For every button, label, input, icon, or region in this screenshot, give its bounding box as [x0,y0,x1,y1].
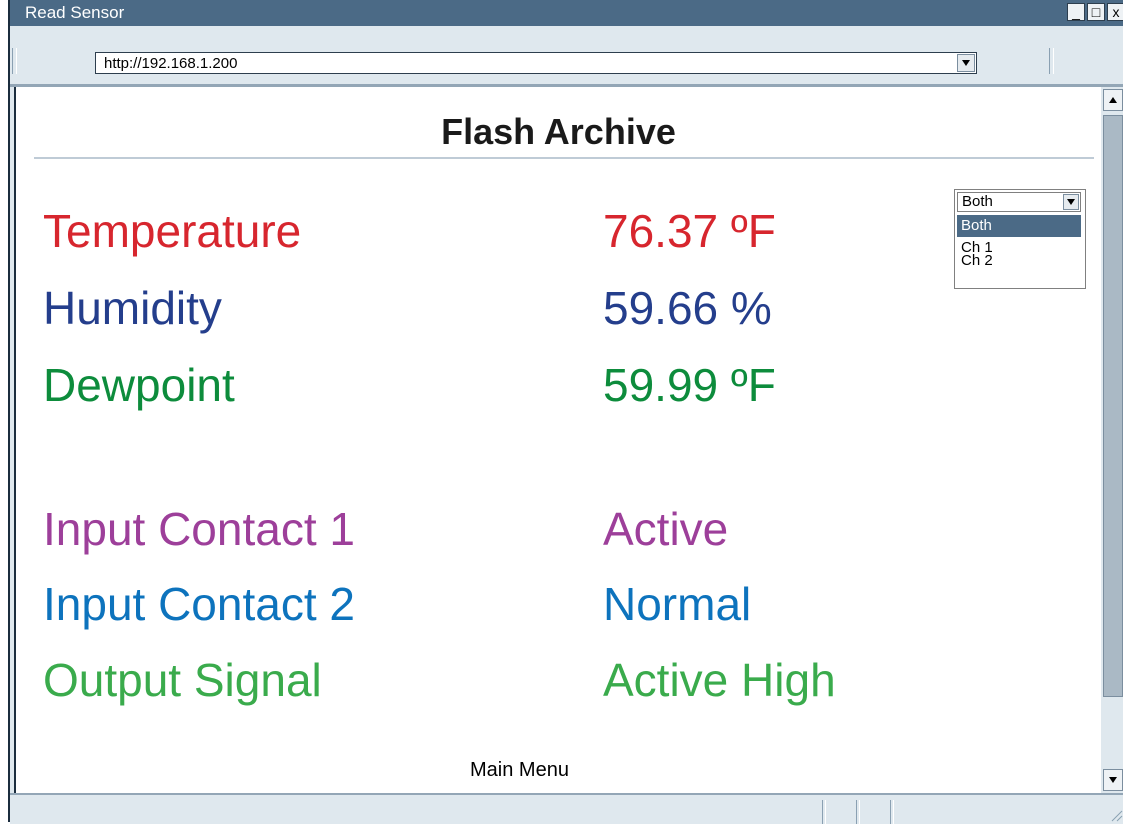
status-label: Input Contact 1 [43,503,355,555]
status-row-input-contact-1: Input Contact 1 Active [43,503,728,555]
page-content: Flash Archive Temperature 76.37 ºF Humid… [14,87,1101,793]
status-value: Active High [603,654,836,706]
maximize-icon: □ [1091,4,1101,20]
address-input[interactable]: http://192.168.1.200 [95,52,977,74]
reading-row-humidity: Humidity 59.66 % [43,282,772,334]
status-bar [10,793,1123,824]
channel-select[interactable]: Both Both Ch 1 Ch 2 [954,189,1086,289]
toolbar-grip-right[interactable] [1049,48,1054,74]
reading-value: 59.99 ºF [603,359,776,411]
address-dropdown-button[interactable] [957,54,975,72]
browser-window: Read Sensor _ □ x http://192.168.1.200 F… [8,0,1123,824]
resize-grip-icon[interactable] [1109,808,1123,822]
scroll-up-button[interactable] [1103,89,1123,111]
reading-row-temperature: Temperature 76.37 ºF [43,205,776,257]
channel-select-current[interactable]: Both [957,192,1081,212]
toolbar-grip[interactable] [12,48,17,74]
close-button[interactable]: x [1107,3,1123,21]
status-label: Input Contact 2 [43,578,355,630]
reading-label: Humidity [43,282,222,334]
close-icon: x [1112,4,1120,20]
scroll-down-button[interactable] [1103,769,1123,791]
status-separator [856,800,860,824]
status-value: Active [603,503,729,555]
arrow-down-icon [1109,777,1117,783]
status-row-input-contact-2: Input Contact 2 Normal [43,578,751,630]
channel-option-both[interactable]: Both [957,215,1081,237]
status-separator [890,800,894,824]
channel-option-ch2[interactable]: Ch 2 [957,253,1081,268]
status-separator [822,800,826,824]
arrow-up-icon [1109,97,1117,103]
window-title: Read Sensor [25,3,125,22]
status-label: Output Signal [43,654,322,706]
channel-select-toggle[interactable] [1063,194,1079,210]
page-title: Flash Archive [441,111,676,152]
vertical-scrollbar[interactable] [1101,87,1123,793]
window-controls: _ □ x [1067,3,1123,21]
reading-row-dewpoint: Dewpoint 59.99 ºF [43,359,776,411]
channel-select-value: Both [962,193,993,210]
title-divider [34,157,1094,159]
maximize-button[interactable]: □ [1087,3,1105,21]
reading-label: Dewpoint [43,359,235,411]
chevron-down-icon [1067,199,1075,205]
reading-value: 76.37 ºF [603,205,776,257]
address-url: http://192.168.1.200 [104,55,238,72]
scroll-thumb[interactable] [1103,115,1123,697]
main-menu-link[interactable]: Main Menu [470,759,569,782]
minimize-button[interactable]: _ [1067,3,1085,21]
address-toolbar: http://192.168.1.200 [10,26,1123,87]
status-value: Normal [603,578,752,630]
reading-label: Temperature [43,205,302,257]
chevron-down-icon [962,60,970,66]
title-bar: Read Sensor _ □ x [10,0,1123,26]
status-row-output-signal: Output Signal Active High [43,654,836,706]
minimize-icon: _ [1072,4,1080,20]
reading-value: 59.66 % [603,282,772,334]
